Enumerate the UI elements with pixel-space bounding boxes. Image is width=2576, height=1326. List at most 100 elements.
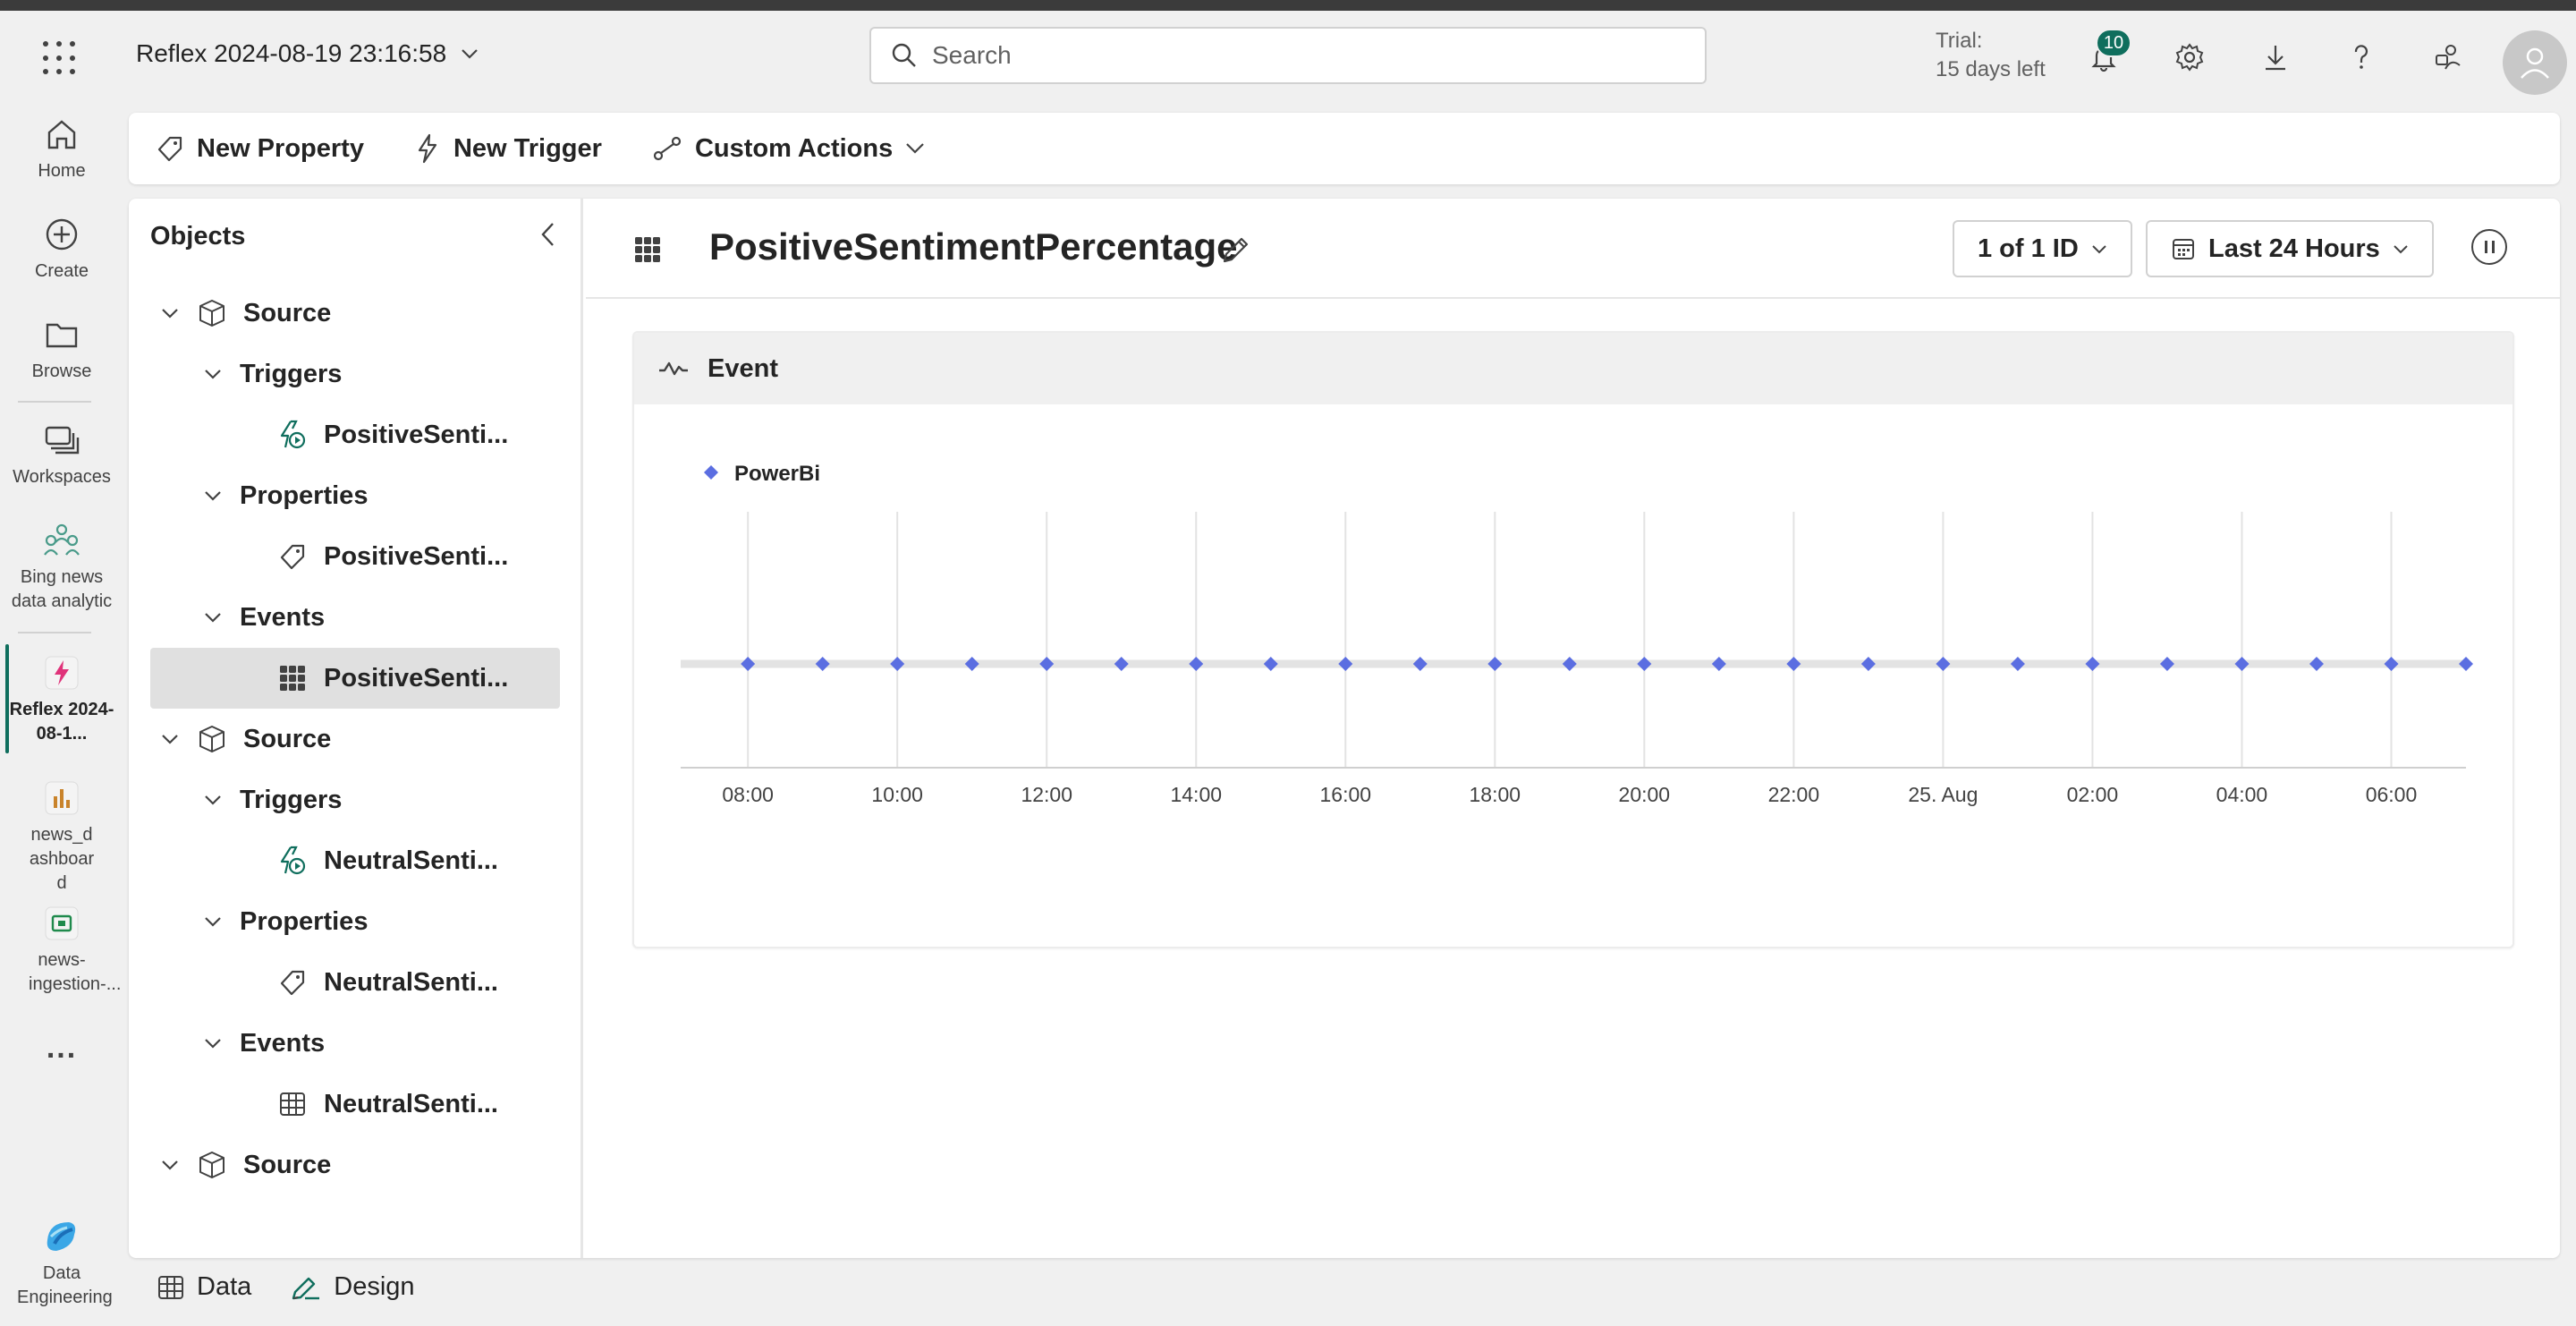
chevron-down-icon[interactable] (157, 308, 182, 319)
data-point (1711, 657, 1726, 671)
workspace-item-title[interactable]: Reflex 2024-08-19 23:16:58 (136, 39, 479, 68)
data-point (1412, 657, 1428, 671)
id-filter-label: 1 of 1 ID (1978, 234, 2079, 263)
chevron-down-icon[interactable] (200, 369, 225, 379)
edit-pencil-icon[interactable] (1219, 234, 1251, 267)
trial-label: Trial: (1936, 29, 1983, 53)
x-tick-label: 08:00 (722, 783, 774, 806)
rail-item-data-engineering[interactable]: Data Engineering (0, 1215, 123, 1310)
avatar[interactable] (2503, 30, 2567, 95)
x-tick-label: 22:00 (1768, 783, 1820, 806)
chevron-left-icon (541, 223, 554, 246)
tree-source-node[interactable]: Source (157, 709, 331, 769)
tree-leaf-item[interactable]: NeutralSenti... (277, 1074, 498, 1135)
download-icon (2266, 46, 2285, 71)
time-range-label: Last 24 Hours (2208, 234, 2380, 263)
time-range-dropdown[interactable]: Last 24 Hours (2146, 220, 2434, 277)
main-content: Objects Source Triggers PositiveSenti... Pr… (129, 199, 2560, 1258)
tree-item-label: Events (240, 602, 326, 632)
pipeline-icon (45, 906, 79, 940)
rail-label-workspaces: Workspaces (13, 467, 111, 487)
gear-icon (2175, 43, 2204, 72)
search-input[interactable]: Search (869, 27, 1707, 84)
data-point (2234, 657, 2250, 671)
chevron-down-icon[interactable] (200, 795, 225, 805)
tree-source-node[interactable]: Source (157, 1135, 331, 1195)
rail-label-news-dashboard: news_dashboard (29, 825, 95, 893)
rail-item-news-dashboard[interactable]: news_dashboard (0, 777, 123, 896)
tree-leaf-item[interactable]: PositiveSenti... (277, 526, 508, 587)
data-view-tab[interactable]: Data (157, 1272, 251, 1302)
rail-item-news-ingestion[interactable]: news-ingestion-... (0, 902, 123, 997)
report-icon (45, 781, 79, 815)
chevron-down-icon[interactable] (157, 734, 182, 744)
data-point (2010, 657, 2025, 671)
tree-group-node[interactable]: Triggers (200, 769, 342, 830)
ribbon-toolbar: New Property New Trigger Custom Actions (129, 113, 2560, 184)
x-tick-label: 12:00 (1021, 783, 1072, 806)
rail-label-home: Home (38, 161, 86, 181)
data-point (1263, 657, 1278, 671)
rail-item-reflex[interactable]: Reflex 2024-08-1... (0, 651, 123, 746)
x-tick-label: 02:00 (2067, 783, 2119, 806)
event-card: Event PowerBi 08:00 10:00 12:00 14:00 16:00 18… (632, 331, 2514, 948)
tree-leaf-item[interactable]: PositiveSenti... (277, 648, 508, 709)
design-view-tab[interactable]: Design (291, 1272, 415, 1302)
new-trigger-button[interactable]: New Trigger (414, 133, 602, 164)
trial-days-left: 15 days left (1936, 57, 2046, 81)
rail-item-create[interactable]: Create (0, 213, 123, 284)
chevron-down-icon[interactable] (200, 916, 225, 927)
trial-status[interactable]: Trial: 15 days left (1936, 27, 2046, 84)
tree-group-node[interactable]: Events (200, 587, 325, 648)
rail-item-home[interactable]: Home (0, 113, 123, 183)
collapse-pane-button[interactable] (530, 217, 565, 252)
data-point (1338, 657, 1353, 671)
tree-item-label: NeutralSenti... (324, 1089, 498, 1118)
cube-icon (197, 724, 227, 754)
cube-icon (197, 1150, 227, 1180)
tree-group-node[interactable]: Events (200, 1013, 325, 1074)
event-card-header: Event (634, 333, 2512, 404)
chevron-down-icon (2092, 244, 2106, 253)
id-filter-dropdown[interactable]: 1 of 1 ID (1953, 220, 2132, 277)
download-button[interactable] (2252, 34, 2299, 81)
app-launcher-icon[interactable] (43, 41, 79, 77)
chevron-down-icon[interactable] (157, 1160, 182, 1170)
tree-group-node[interactable]: Triggers (200, 344, 342, 404)
rail-label-data-engineering: Data Engineering (17, 1263, 113, 1307)
tree-item-label: NeutralSenti... (324, 967, 498, 997)
app-title-text: Reflex 2024-08-19 23:16:58 (136, 39, 447, 67)
x-tick-label: 20:00 (1619, 783, 1671, 806)
tree-leaf-item[interactable]: PositiveSenti... (277, 404, 508, 465)
tree-item-label: Source (243, 724, 332, 753)
tree-item-label: Source (243, 1150, 332, 1179)
custom-actions-label: Custom Actions (694, 133, 894, 163)
custom-actions-button[interactable]: Custom Actions (652, 134, 925, 164)
data-point (2159, 657, 2174, 671)
share-feedback-button[interactable] (2424, 34, 2470, 81)
rail-item-bing-news[interactable]: Bing news data analytic (0, 519, 123, 614)
detail-pane: PositiveSentimentPercentage 1 of 1 ID La… (586, 199, 2560, 1258)
new-property-button[interactable]: New Property (156, 134, 364, 164)
tree-group-node[interactable]: Properties (200, 891, 368, 952)
lightning-icon (418, 133, 437, 164)
tree-leaf-item[interactable]: NeutralSenti... (277, 952, 498, 1013)
rail-item-workspaces[interactable]: Workspaces (0, 419, 123, 489)
chevron-down-icon[interactable] (200, 612, 225, 623)
data-point (1114, 657, 1129, 671)
tree-group-node[interactable]: Properties (200, 465, 368, 526)
pause-button[interactable] (2471, 229, 2507, 265)
data-point (964, 657, 979, 671)
design-view-label: Design (334, 1272, 415, 1301)
search-placeholder: Search (932, 41, 1012, 69)
rail-more-button[interactable]: ... (0, 1031, 123, 1065)
rail-item-browse[interactable]: Browse (0, 313, 123, 384)
tag-icon (277, 968, 308, 997)
more-icon: ... (46, 1031, 78, 1065)
chevron-down-icon[interactable] (200, 1038, 225, 1049)
chevron-down-icon[interactable] (200, 490, 225, 501)
tree-source-node[interactable]: Source (157, 283, 331, 344)
settings-button[interactable] (2166, 34, 2213, 81)
help-button[interactable] (2338, 34, 2385, 81)
tree-leaf-item[interactable]: NeutralSenti... (277, 830, 498, 891)
